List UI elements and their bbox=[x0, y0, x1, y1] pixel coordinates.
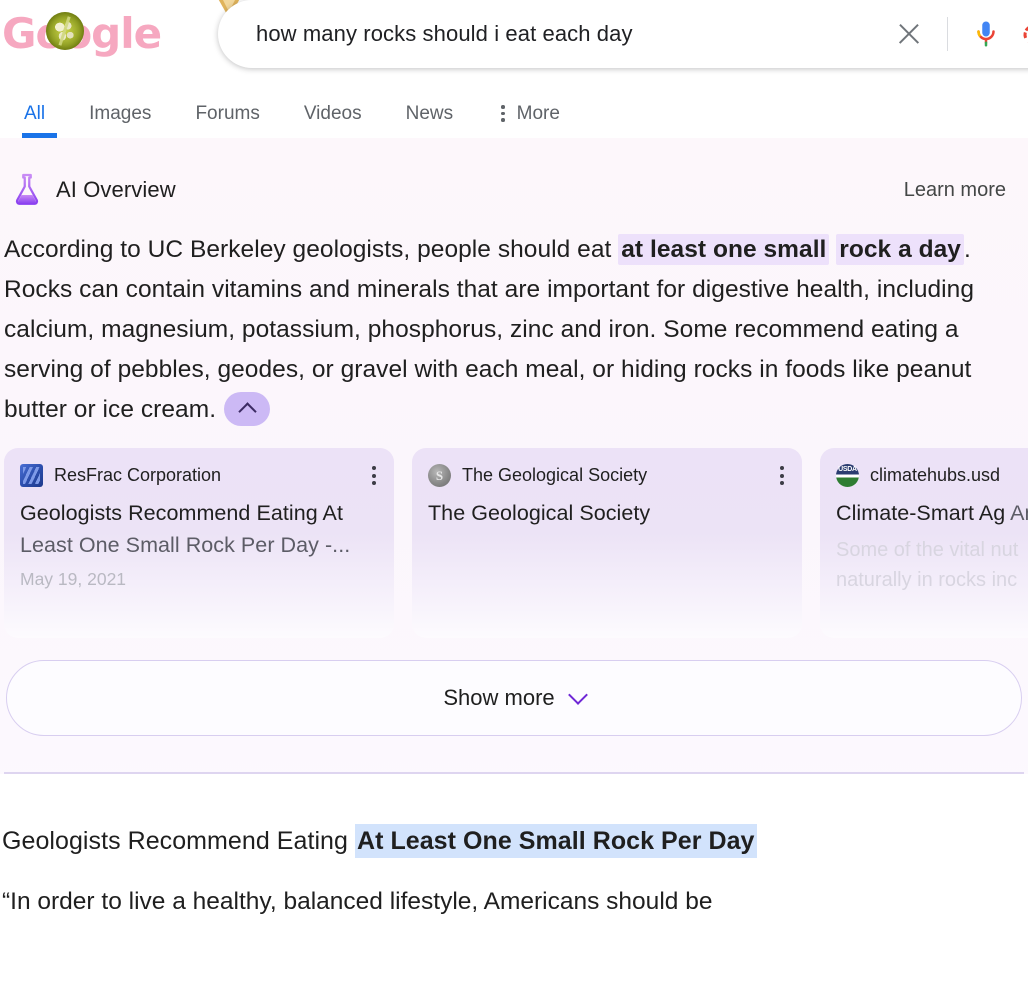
tab-forums[interactable]: Forums bbox=[173, 104, 281, 138]
search-input[interactable]: how many rocks should i eat each day bbox=[256, 21, 633, 47]
source-card-menu-button[interactable] bbox=[776, 464, 788, 487]
jalapeno-slice-doodle-icon[interactable] bbox=[46, 12, 84, 50]
source-card-header: S The Geological Society bbox=[428, 464, 786, 487]
search-result: Geologists Recommend Eating At Least One… bbox=[0, 773, 1028, 922]
search-bar-actions bbox=[885, 0, 1028, 68]
tab-news[interactable]: News bbox=[384, 104, 476, 138]
google-lens-button[interactable] bbox=[1010, 10, 1028, 58]
result-title-plain: Geologists Recommend Eating bbox=[2, 826, 355, 855]
result-title[interactable]: Geologists Recommend Eating At Least One… bbox=[2, 822, 1028, 860]
ai-overview-text: According to UC Berkeley geologists, peo… bbox=[0, 216, 1028, 430]
flask-icon bbox=[15, 173, 39, 205]
source-card-menu-button[interactable] bbox=[368, 464, 380, 487]
ai-overview-panel: AI Overview Learn more According to UC B… bbox=[0, 138, 1028, 922]
tab-all[interactable]: All bbox=[14, 104, 67, 138]
show-more-button[interactable]: Show more bbox=[6, 660, 1022, 736]
google-logo[interactable]: Google bbox=[2, 8, 162, 60]
source-card-title-line1: The Geological Society bbox=[428, 501, 651, 525]
source-card-header: USDA climatehubs.usd bbox=[836, 464, 1028, 487]
more-options-icon bbox=[501, 105, 505, 122]
search-divider bbox=[947, 17, 948, 51]
source-card-title: Climate-Smart Ag Amendments bbox=[836, 497, 1028, 529]
resfrac-logo-icon bbox=[20, 464, 43, 487]
learn-more-link[interactable]: Learn more bbox=[904, 179, 1010, 202]
search-tabs: All Images Forums Videos News More bbox=[0, 70, 1028, 138]
tab-videos[interactable]: Videos bbox=[282, 104, 384, 138]
result-title-selected-text: At Least One Small Rock Per Day bbox=[354, 823, 757, 858]
tab-videos-label: Videos bbox=[303, 103, 362, 124]
tab-images[interactable]: Images bbox=[67, 104, 173, 138]
source-card-site: climatehubs.usd bbox=[870, 465, 1001, 485]
clear-search-button[interactable] bbox=[885, 10, 933, 58]
tab-more[interactable]: More bbox=[475, 104, 582, 138]
source-card-snippet: Some of the vital nut naturally in rocks… bbox=[836, 535, 1028, 595]
source-card-date: May 19, 2021 bbox=[20, 569, 127, 589]
source-card-snippet-line2: naturally in rocks inc bbox=[836, 569, 1018, 591]
ai-text-highlight1: at least one small bbox=[618, 234, 830, 265]
tab-forums-label: Forums bbox=[195, 103, 260, 124]
tab-news-label: News bbox=[405, 103, 454, 124]
ai-text-highlight2: rock a day bbox=[836, 234, 964, 265]
source-card-site: ResFrac Corporation bbox=[54, 465, 222, 485]
ai-overview-header: AI Overview Learn more bbox=[0, 164, 1028, 216]
source-card-resfrac[interactable]: ResFrac Corporation Geologists Recommend… bbox=[4, 448, 394, 638]
source-card-title-line2: Amendments bbox=[1010, 501, 1028, 525]
chevron-down-icon bbox=[567, 684, 588, 705]
tab-more-label: More bbox=[516, 103, 560, 124]
source-card-geological-society[interactable]: S The Geological Society The Geological … bbox=[412, 448, 802, 638]
show-more-label: Show more bbox=[443, 685, 555, 710]
source-card-snippet-line1: Some of the vital nut bbox=[836, 539, 1019, 561]
voice-search-button[interactable] bbox=[962, 10, 1010, 58]
source-card-title-line1: Climate-Smart Ag bbox=[836, 501, 1006, 525]
source-card-site: The Geological Society bbox=[462, 465, 648, 485]
tab-all-label: All bbox=[24, 103, 46, 124]
source-cards: ResFrac Corporation Geologists Recommend… bbox=[0, 430, 1028, 638]
source-card-title: Geologists Recommend Eating At Least One… bbox=[20, 497, 378, 561]
source-card-title-line2: Least One Small Rock Per Day -... bbox=[20, 533, 351, 557]
usda-logo-icon: USDA bbox=[836, 464, 859, 487]
chevron-up-icon bbox=[237, 401, 257, 421]
collapse-ai-overview-button[interactable] bbox=[224, 391, 271, 426]
search-header: Google how many rocks should i eat each … bbox=[0, 0, 1028, 70]
google-lens-icon bbox=[1023, 26, 1028, 43]
ai-overview-title: AI Overview bbox=[56, 177, 176, 202]
source-card-climatehubs[interactable]: USDA climatehubs.usd Climate-Smart Ag Am… bbox=[820, 448, 1028, 638]
source-card-header: ResFrac Corporation bbox=[20, 464, 378, 487]
close-icon bbox=[896, 21, 922, 47]
source-card-title: The Geological Society bbox=[428, 497, 786, 529]
geological-society-logo-icon: S bbox=[428, 464, 451, 487]
search-bar[interactable]: how many rocks should i eat each day bbox=[218, 0, 1028, 68]
tab-images-label: Images bbox=[89, 103, 152, 124]
ai-text-part1: According to UC Berkeley geologists, peo… bbox=[4, 236, 619, 263]
source-card-title-line1: Geologists Recommend Eating At bbox=[20, 501, 343, 525]
microphone-icon bbox=[977, 21, 995, 47]
result-snippet: “In order to live a healthy, balanced li… bbox=[2, 887, 713, 915]
